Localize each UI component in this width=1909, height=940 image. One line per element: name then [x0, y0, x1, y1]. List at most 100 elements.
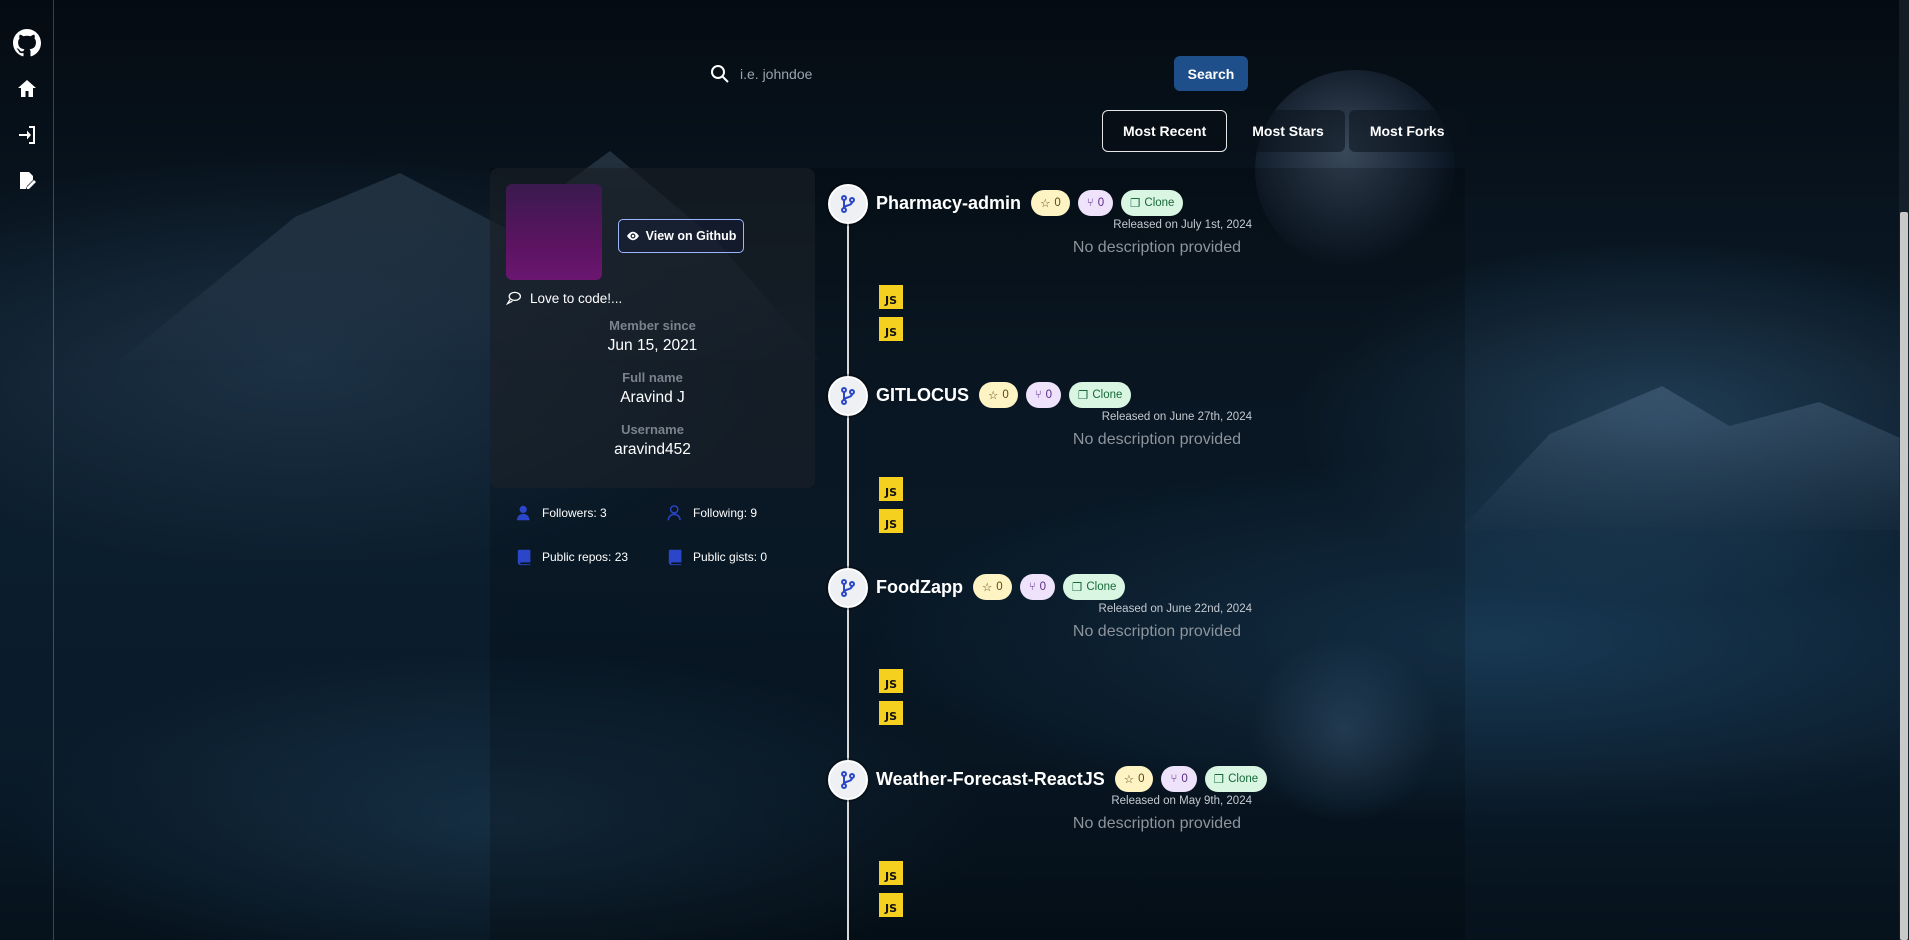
view-on-github-button[interactable]: View on Github [618, 219, 744, 253]
public-repos-text: Public repos: 23 [542, 550, 629, 564]
github-icon[interactable] [12, 29, 41, 57]
public-gists-stat: Public gists: 0 [667, 548, 767, 566]
javascript-icon: JS [879, 317, 903, 341]
fork-icon: ⑂ [1034, 389, 1042, 401]
repo-name[interactable]: FoodZapp [876, 577, 963, 598]
stars-count: 0 [1054, 197, 1061, 209]
clone-label: Clone [1144, 197, 1175, 209]
repo-item: GITLOCUS ☆ 0 ⑂ 0 ❐ Clone Released on June 2… [828, 376, 1428, 566]
repo-header: FoodZapp ☆ 0 ⑂ 0 ❐ Clone [876, 574, 1126, 600]
tab-most-forks[interactable]: Most Forks [1348, 110, 1466, 152]
forks-count: 0 [1045, 389, 1053, 401]
fork-icon: ⑂ [1170, 773, 1178, 785]
git-branch-icon [828, 760, 868, 800]
followers-stat: Followers: 3 [516, 504, 607, 522]
tab-most-stars[interactable]: Most Stars [1231, 110, 1345, 152]
clone-button[interactable]: ❐ Clone [1121, 190, 1184, 216]
login-icon[interactable] [13, 122, 41, 148]
book-icon [517, 549, 531, 566]
stars-count: 0 [1002, 389, 1009, 401]
star-icon: ☆ [1040, 198, 1051, 210]
forks-count: 0 [1039, 581, 1047, 593]
public-gists-text: Public gists: 0 [693, 550, 768, 564]
stars-badge: ☆ 0 [972, 574, 1012, 600]
repo-item: FoodZapp ☆ 0 ⑂ 0 ❐ Clone Released on June 2… [828, 568, 1428, 758]
member-since: Member since Jun 15, 2021 [490, 318, 815, 355]
clone-label: Clone [1228, 773, 1259, 785]
full-name-label: Full name [622, 370, 683, 385]
bio: Love to code!... [506, 290, 622, 306]
javascript-icon: JS [879, 701, 903, 725]
view-on-github-label: View on Github [645, 229, 737, 243]
stars-badge: ☆ 0 [979, 382, 1018, 408]
javascript-icon: JS [879, 477, 903, 501]
chat-bubble-icon [506, 291, 522, 306]
repo-name[interactable]: Pharmacy-admin [876, 193, 1021, 214]
repo-description: No description provided [1072, 815, 1241, 832]
clone-button[interactable]: ❐ Clone [1063, 574, 1126, 600]
forks-badge: ⑂ 0 [1025, 382, 1062, 408]
git-branch-icon [828, 184, 868, 224]
username-label: Username [621, 422, 684, 437]
git-branch-icon [828, 568, 868, 608]
repo-header: Weather-Forecast-ReactJS ☆ 0 ⑂ 0 ❐ Clone [876, 766, 1268, 792]
release-date: Released on July 1st, 2024 [1113, 219, 1252, 231]
forks-badge: ⑂ 0 [1019, 574, 1056, 600]
stars-count: 0 [996, 581, 1003, 593]
scrollbar[interactable] [1899, 0, 1909, 940]
following-stat: Following: 9 [667, 504, 757, 522]
clone-button[interactable]: ❐ Clone [1204, 766, 1268, 792]
copy-icon: ❐ [1213, 774, 1225, 786]
profile-card: View on Github Love to code!... Member s… [490, 168, 815, 488]
repo-description: No description provided [1072, 623, 1241, 640]
repo-item: Pharmacy-admin ☆ 0 ⑂ 0 ❐ Clone Released on … [828, 184, 1428, 374]
stars-badge: ☆ 0 [1031, 190, 1070, 216]
member-since-label: Member since [609, 318, 696, 333]
javascript-icon: JS [879, 509, 903, 533]
repo-header: GITLOCUS ☆ 0 ⑂ 0 ❐ Clone [876, 382, 1132, 408]
eye-icon [626, 231, 639, 241]
release-date: Released on June 27th, 2024 [1101, 411, 1252, 423]
copy-icon: ❐ [1078, 390, 1089, 402]
search-input[interactable] [740, 66, 1080, 82]
public-repos-stat: Public repos: 23 [516, 548, 628, 566]
star-icon: ☆ [988, 390, 999, 402]
clone-label: Clone [1092, 389, 1123, 401]
release-date: Released on May 9th, 2024 [1111, 795, 1252, 807]
username-value: aravind452 [614, 441, 691, 458]
clone-label: Clone [1086, 581, 1117, 593]
signup-icon[interactable] [13, 168, 41, 194]
avatar [506, 184, 602, 280]
sidebar-nav [0, 0, 54, 940]
full-name-value: Aravind J [620, 389, 685, 406]
javascript-icon: JS [879, 669, 903, 693]
star-icon: ☆ [1123, 774, 1135, 786]
bio-text: Love to code!... [530, 290, 623, 306]
forks-badge: ⑂ 0 [1161, 766, 1197, 792]
repo-name[interactable]: GITLOCUS [876, 385, 969, 406]
star-icon: ☆ [981, 582, 993, 594]
book-icon [668, 549, 682, 566]
release-date: Released on June 22nd, 2024 [1098, 603, 1252, 615]
full-name: Full name Aravind J [490, 370, 815, 407]
git-branch-icon [828, 376, 868, 416]
forks-count: 0 [1181, 773, 1188, 785]
clone-button[interactable]: ❐ Clone [1069, 382, 1132, 408]
stars-count: 0 [1138, 773, 1145, 785]
following-text: Following: 9 [693, 506, 758, 520]
stars-badge: ☆ 0 [1114, 766, 1154, 792]
user-icon [516, 505, 530, 521]
home-icon[interactable] [13, 76, 41, 102]
search-button[interactable]: Search [1174, 56, 1248, 91]
tab-most-recent[interactable]: Most Recent [1102, 110, 1228, 152]
followers-text: Followers: 3 [542, 506, 607, 520]
repo-name[interactable]: Weather-Forecast-ReactJS [876, 769, 1105, 790]
copy-icon: ❐ [1072, 582, 1083, 594]
username: Username aravind452 [490, 422, 815, 459]
search-bar [710, 56, 1080, 92]
repo-description: No description provided [1072, 239, 1241, 256]
forks-count: 0 [1097, 197, 1105, 209]
member-since-value: Jun 15, 2021 [607, 337, 698, 354]
forks-badge: ⑂ 0 [1077, 190, 1114, 216]
scrollbar-thumb[interactable] [1900, 212, 1908, 940]
